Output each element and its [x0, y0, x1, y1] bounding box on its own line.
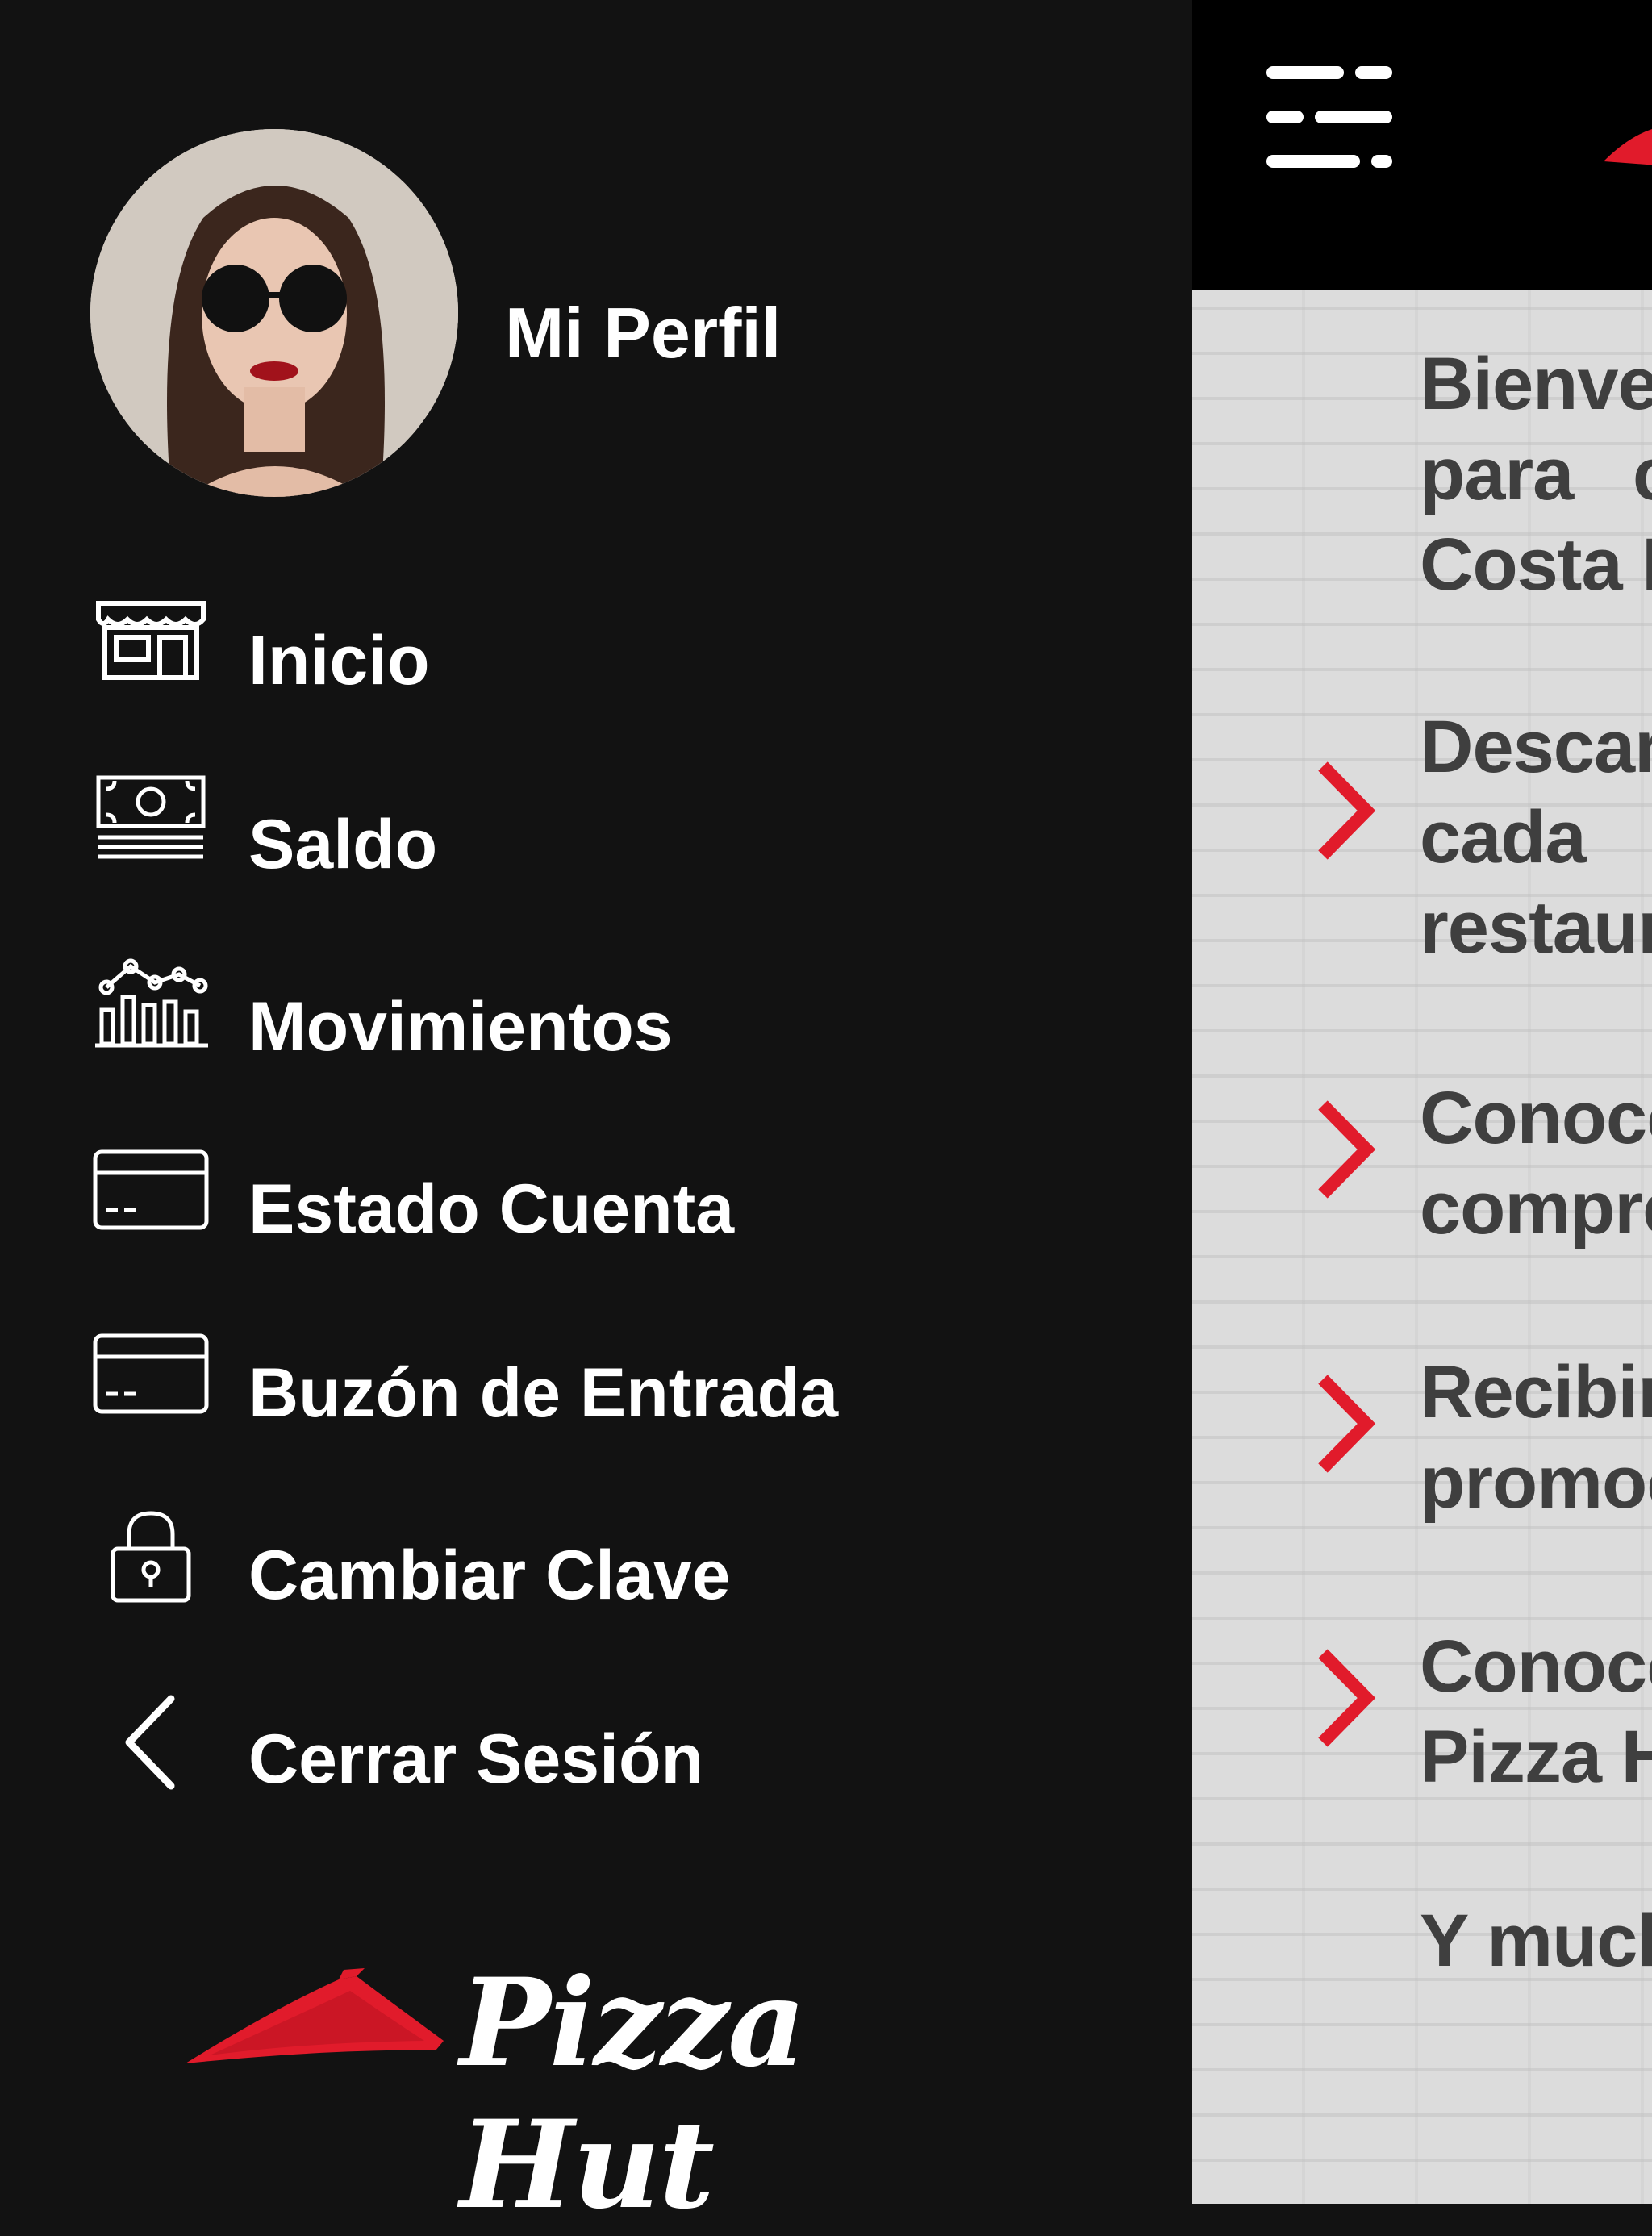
avatar[interactable] [90, 129, 458, 497]
card-icon [90, 1331, 211, 1420]
welcome-panel: Bienver para c Costa I Descar cada resta… [1192, 290, 1652, 2204]
chevron-right-icon [1313, 1371, 1378, 1476]
card-icon [90, 1147, 211, 1236]
profile-label[interactable]: Mi Perfil [505, 292, 781, 374]
menu-label-movimientos: Movimientos [248, 988, 673, 1066]
menu-item-cerrar-sesion[interactable]: Cerrar Sesión [0, 1679, 1192, 1841]
paragraph-receive-promos: Recibir promoc [1420, 1351, 1652, 1524]
money-icon [90, 773, 211, 861]
menu-item-saldo[interactable]: Saldo [0, 765, 1192, 926]
paragraph-download: Descar cada restaur [1420, 706, 1652, 969]
menu-label-inicio: Inicio [248, 622, 430, 699]
chart-icon [90, 955, 211, 1048]
menu-item-estado-cuenta[interactable]: Estado Cuenta [0, 1129, 1192, 1291]
store-icon [90, 595, 211, 684]
menu-icon[interactable] [1265, 65, 1394, 169]
menu-label-estado-cuenta: Estado Cuenta [248, 1170, 735, 1248]
menu-item-movimientos[interactable]: Movimientos [0, 947, 1192, 1108]
paragraph-welcome: Bienver para c Costa I [1420, 343, 1652, 606]
paragraph-know-purchases: Conoce compre [1420, 1077, 1652, 1249]
chevron-right-icon [1313, 758, 1378, 863]
chevron-left-icon [90, 1691, 211, 1790]
chevron-right-icon [1313, 1097, 1378, 1202]
menu-label-buzon-de-entrada: Buzón de Entrada [248, 1354, 839, 1432]
header-logo-icon [1604, 121, 1652, 169]
menu-item-inicio[interactable]: Inicio [0, 581, 1192, 742]
chevron-right-icon [1313, 1646, 1378, 1750]
paragraph-know-pizza-hut: Conoce Pizza H [1420, 1625, 1652, 1798]
lock-icon [90, 1507, 211, 1603]
menu-item-buzon-de-entrada[interactable]: Buzón de Entrada [0, 1313, 1192, 1475]
paragraph-and-more: Y much [1420, 1900, 1652, 1982]
menu-label-cerrar-sesion: Cerrar Sesión [248, 1721, 704, 1798]
pizza-hut-logo: Pizza Hut [177, 1952, 1032, 2236]
navigation-drawer: Mi Perfil Inicio Saldo Movimientos Estad… [0, 0, 1192, 2236]
logo-wordmark: Pizza Hut [460, 1952, 806, 2236]
top-bar [1192, 0, 1652, 290]
menu-label-saldo: Saldo [248, 806, 438, 883]
menu-label-cambiar-clave: Cambiar Clave [248, 1537, 731, 1614]
menu-item-cambiar-clave[interactable]: Cambiar Clave [0, 1496, 1192, 1657]
main-content: Bienver para c Costa I Descar cada resta… [1192, 0, 1652, 2204]
